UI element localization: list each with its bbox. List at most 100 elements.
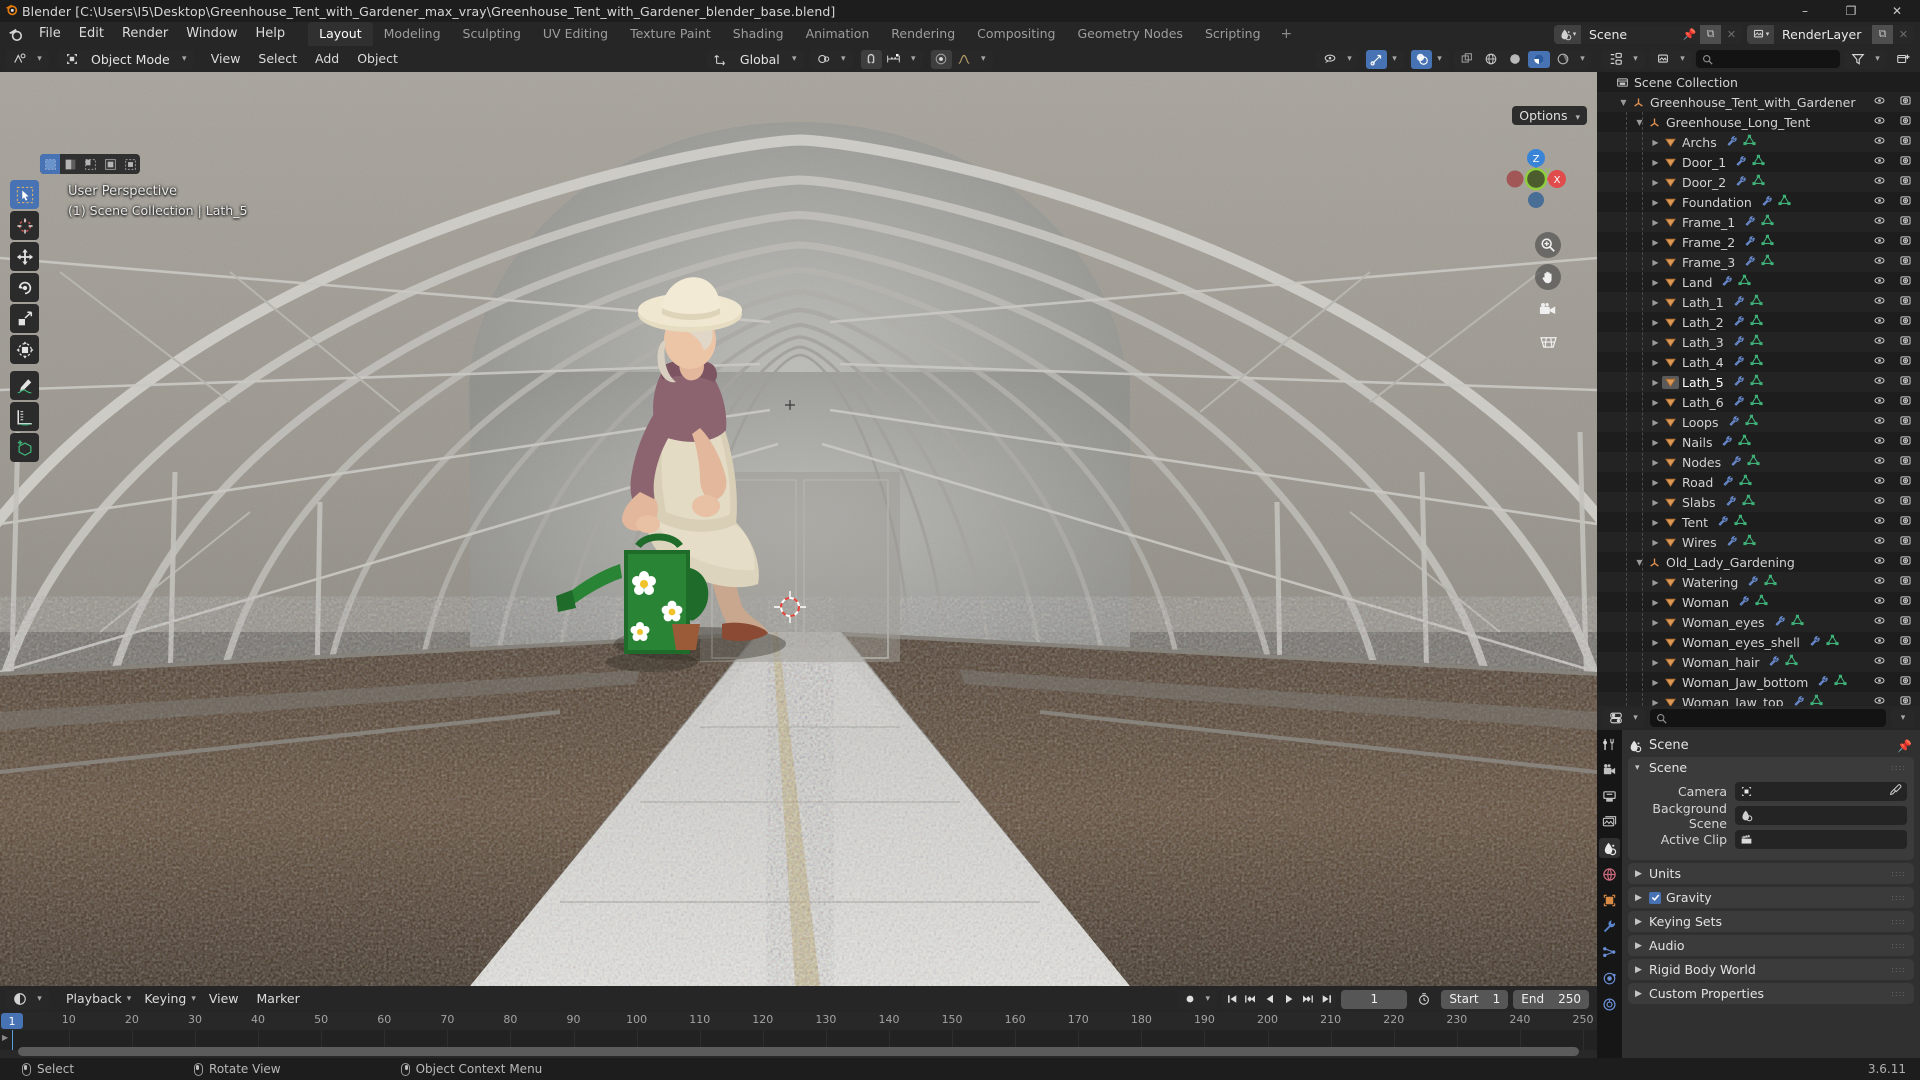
outliner-row-tent[interactable]: ▶ Tent	[1597, 512, 1920, 532]
snapping-controls[interactable]: ▾	[858, 49, 923, 69]
disclosure-chevron-right-icon[interactable]: ▶	[1649, 618, 1662, 627]
mesh-data-icon[interactable]	[1738, 274, 1752, 290]
scale-tool-icon[interactable]	[10, 304, 39, 333]
mesh-data-icon[interactable]	[1743, 134, 1756, 150]
measure-tool-icon[interactable]	[10, 402, 39, 431]
viewport-render-canvas[interactable]: User Perspective (1) Scene Collection | …	[0, 72, 1597, 986]
disable-in-renders-icon[interactable]	[1899, 474, 1912, 490]
outliner-row-old_lady_gardening[interactable]: ▼ Old_Lady_Gardening	[1597, 552, 1920, 572]
camera-eyedropper-icon[interactable]	[1889, 783, 1902, 800]
modifier-icon[interactable]	[1733, 315, 1745, 330]
mesh-data-icon[interactable]	[1747, 454, 1760, 470]
disable-in-renders-icon[interactable]	[1899, 234, 1912, 250]
modifier-icon[interactable]	[1744, 235, 1756, 250]
panel-enable-checkbox[interactable]	[1649, 891, 1661, 904]
hide-in-viewport-icon[interactable]	[1873, 334, 1886, 350]
hide-in-viewport-icon[interactable]	[1873, 394, 1886, 410]
pin-id-icon[interactable]: 📌	[1897, 739, 1912, 753]
hide-in-viewport-icon[interactable]	[1873, 234, 1886, 250]
workspace-tab-texture-paint[interactable]: Texture Paint	[619, 22, 722, 46]
display-mode-selector[interactable]: ▾	[1649, 49, 1692, 69]
blender-menu-icon[interactable]	[0, 27, 30, 42]
disable-in-renders-icon[interactable]	[1899, 294, 1912, 310]
disclosure-chevron-right-icon[interactable]: ▶	[1649, 178, 1662, 187]
remove-view-layer-button[interactable]: ✕	[1893, 25, 1914, 44]
disclosure-chevron-down-icon[interactable]: ▼	[1633, 118, 1646, 127]
modifier-icon[interactable]	[1733, 395, 1745, 410]
outliner-row-greenhouse_long_tent[interactable]: ▼ Greenhouse_Long_Tent	[1597, 112, 1920, 132]
disclosure-chevron-right-icon[interactable]: ▶	[1649, 318, 1662, 327]
menu-help[interactable]: Help	[247, 24, 295, 44]
timeline-scrollbar-handle[interactable]	[18, 1047, 1579, 1056]
unlink-scene-button[interactable]: ✕	[1721, 25, 1742, 44]
outliner-row-scene collection[interactable]: Scene Collection	[1597, 72, 1920, 92]
hide-in-viewport-icon[interactable]	[1873, 114, 1886, 130]
shading-solid-button[interactable]	[1504, 51, 1526, 68]
zoom-view-button[interactable]	[1535, 232, 1561, 258]
3d-viewport[interactable]: ▾ Object Mode ▾ View Select Add Object Glob…	[0, 46, 1597, 986]
select-invert-icon[interactable]	[100, 154, 120, 174]
panel-drag-grip[interactable]: ::::	[1891, 893, 1906, 902]
workspace-tab-animation[interactable]: Animation	[795, 22, 881, 46]
panel-drag-grip[interactable]: ::::	[1891, 941, 1906, 950]
hide-in-viewport-icon[interactable]	[1873, 354, 1886, 370]
hide-in-viewport-icon[interactable]	[1873, 574, 1886, 590]
interaction-mode-selector[interactable]: Object Mode ▾	[58, 49, 194, 69]
modifier-icon[interactable]	[1726, 135, 1738, 150]
hide-in-viewport-icon[interactable]	[1873, 414, 1886, 430]
disclosure-chevron-right-icon[interactable]: ▶	[1649, 378, 1662, 387]
play-button[interactable]	[1279, 990, 1298, 1009]
outliner-editor[interactable]: ▾ ▾ ▾ Scene Collection ▼ Greenhouse_Tent…	[1597, 46, 1920, 706]
disable-in-renders-icon[interactable]	[1899, 134, 1912, 150]
modifier-icon[interactable]	[1721, 435, 1733, 450]
hide-in-viewport-icon[interactable]	[1873, 654, 1886, 670]
properties-editor[interactable]: ▾ ▾ Scene 📌 ▾ Scene:::: Camera Backgrou…	[1597, 706, 1920, 1058]
proportional-editing-controls[interactable]: ▾	[928, 49, 993, 69]
disable-in-renders-icon[interactable]	[1899, 194, 1912, 210]
disable-in-renders-icon[interactable]	[1899, 274, 1912, 290]
panel-drag-grip[interactable]: ::::	[1891, 869, 1906, 878]
scene-name[interactable]: Scene	[1581, 24, 1679, 44]
viewport-menu-select[interactable]: Select	[249, 49, 306, 69]
hide-in-viewport-icon[interactable]	[1873, 94, 1886, 110]
tab-tool[interactable]	[1599, 734, 1620, 754]
disable-in-renders-icon[interactable]	[1899, 254, 1912, 270]
panel-drag-grip[interactable]: ::::	[1891, 965, 1906, 974]
disclosure-chevron-right-icon[interactable]: ▶	[1649, 258, 1662, 267]
outliner-row-woman[interactable]: ▶ Woman	[1597, 592, 1920, 612]
outliner-row-lath_3[interactable]: ▶ Lath_3	[1597, 332, 1920, 352]
close-button[interactable]: ✕	[1874, 0, 1920, 22]
hide-in-viewport-icon[interactable]	[1873, 474, 1886, 490]
add-workspace-button[interactable]: +	[1272, 22, 1302, 46]
tab-modifiers[interactable]	[1599, 916, 1620, 936]
modifier-icon[interactable]	[1730, 455, 1742, 470]
overlay-controls[interactable]: ▾	[1409, 49, 1449, 69]
disable-in-renders-icon[interactable]	[1899, 434, 1912, 450]
mesh-data-icon[interactable]	[1744, 414, 1758, 430]
outliner-row-slabs[interactable]: ▶ Slabs	[1597, 492, 1920, 512]
mesh-data-icon[interactable]	[1743, 534, 1756, 550]
disclosure-chevron-right-icon[interactable]: ▶	[1649, 338, 1662, 347]
properties-search-input[interactable]	[1650, 709, 1886, 727]
disclosure-chevron-right-icon[interactable]: ▶	[1649, 518, 1662, 527]
xray-toggle-button[interactable]	[1456, 51, 1478, 68]
mesh-data-icon[interactable]	[1739, 474, 1752, 490]
timeline-channel-expand-icon[interactable]: ▶	[2, 1033, 8, 1042]
current-frame-field[interactable]: 1	[1341, 989, 1408, 1009]
disclosure-chevron-down-icon[interactable]: ▼	[1633, 558, 1646, 567]
falloff-curve-icon[interactable]	[952, 50, 976, 69]
modifier-icon[interactable]	[1721, 275, 1733, 290]
camera-field[interactable]	[1735, 782, 1907, 801]
outliner-row-woman_jaw_top[interactable]: ▶ Woman_Jaw_top	[1597, 692, 1920, 706]
modifier-icon[interactable]	[1733, 335, 1745, 350]
hide-in-viewport-icon[interactable]	[1873, 454, 1886, 470]
disable-in-renders-icon[interactable]	[1899, 614, 1912, 630]
outliner-tree[interactable]: Scene Collection ▼ Greenhouse_Tent_with_Ga…	[1597, 72, 1920, 706]
workspace-tab-geometry-nodes[interactable]: Geometry Nodes	[1067, 22, 1194, 46]
panel-keying-sets[interactable]: ▶ Keying Sets::::	[1628, 911, 1914, 932]
minimize-button[interactable]: –	[1782, 0, 1828, 22]
panel-header[interactable]: ▶ Units::::	[1628, 863, 1914, 884]
maximize-button[interactable]: ❐	[1828, 0, 1874, 22]
disable-in-renders-icon[interactable]	[1899, 394, 1912, 410]
transform-tool-icon[interactable]	[10, 335, 39, 364]
